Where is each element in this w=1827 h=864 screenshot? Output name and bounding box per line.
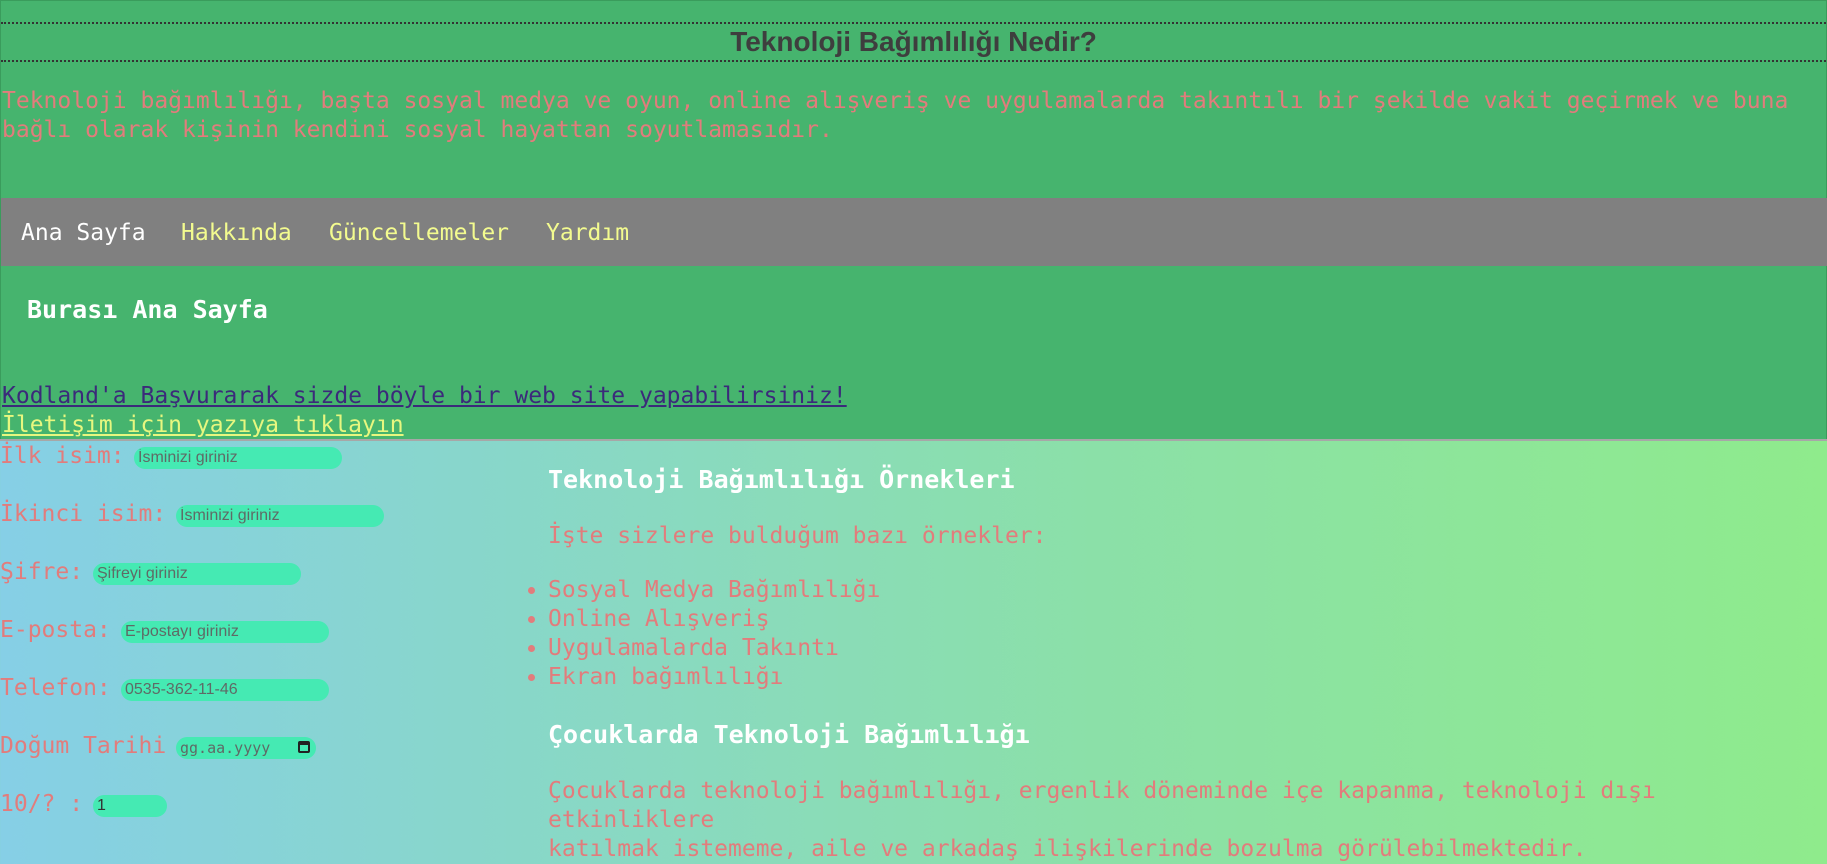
phone-label: Telefon: [0,675,111,701]
examples-list: Sosyal Medya Bağımlılığı Online Alışveri… [525,576,880,692]
nav-item-updates[interactable]: Güncellemeler [329,220,509,246]
first-name-input[interactable] [134,447,342,469]
children-heading: Çocuklarda Teknoloji Bağımlılığı [548,720,1030,749]
list-item: Ekran bağımlılığı [548,663,880,692]
calendar-icon[interactable] [298,741,310,753]
children-text-line-1: Çocuklarda teknoloji bağımlılığı, ergenl… [548,778,1656,833]
intro-line-2: bağlı olarak kişinin kendini sosyal haya… [2,117,833,143]
second-name-label: İkinci isim: [0,501,167,527]
first-name-label: İlk isim: [0,443,125,469]
intro-text: Teknoloji bağımlılığı, başta sosyal medy… [2,87,1802,145]
contact-link[interactable]: İletişim için yazıya tıklayın [2,412,404,438]
first-name-row: İlk isim: [0,443,342,469]
kodland-link[interactable]: Kodland'a Başvurarak sizde böyle bir web… [2,383,847,409]
password-row: Şifre: [0,559,301,585]
nav-item-help[interactable]: Yardım [546,220,629,246]
rating-label: 10/? : [0,791,84,817]
birth-date-row: Doğum Tarihi [0,733,316,759]
password-label: Şifre: [0,559,84,585]
children-text-line-2: katılmak istememe, aile ve arkadaş ilişk… [548,836,1587,862]
nav-item-home[interactable]: Ana Sayfa [21,220,146,246]
password-input[interactable] [93,563,301,585]
rating-row: 10/? : [0,791,167,817]
nav-item-about[interactable]: Hakkında [181,220,292,246]
birth-date-input[interactable] [176,737,316,759]
email-input[interactable] [121,621,329,643]
phone-row: Telefon: [0,675,329,701]
list-item: Online Alışveriş [548,605,880,634]
home-heading: Burası Ana Sayfa [27,295,268,324]
nav-bar: Ana Sayfa Hakkında Güncellemeler Yardım [1,198,1827,266]
list-item: Uygulamalarda Takıntı [548,634,880,663]
phone-input[interactable] [121,679,329,701]
divider [0,439,1827,441]
page-title: Teknoloji Bağımlılığı Nedir? [1,22,1826,62]
second-name-input[interactable] [176,505,384,527]
email-label: E-posta: [0,617,111,643]
examples-intro: İşte sizlere bulduğum bazı örnekler: [548,523,1047,549]
second-name-row: İkinci isim: [0,501,384,527]
email-row: E-posta: [0,617,329,643]
header-section: Teknoloji Bağımlılığı Nedir? Teknoloji b… [0,0,1827,440]
intro-line-1: Teknoloji bağımlılığı, başta sosyal medy… [2,88,1789,114]
birth-date-label: Doğum Tarihi [0,733,167,759]
examples-heading: Teknoloji Bağımlılığı Örnekleri [548,465,1015,494]
list-item: Sosyal Medya Bağımlılığı [548,576,880,605]
rating-input[interactable] [93,795,167,817]
